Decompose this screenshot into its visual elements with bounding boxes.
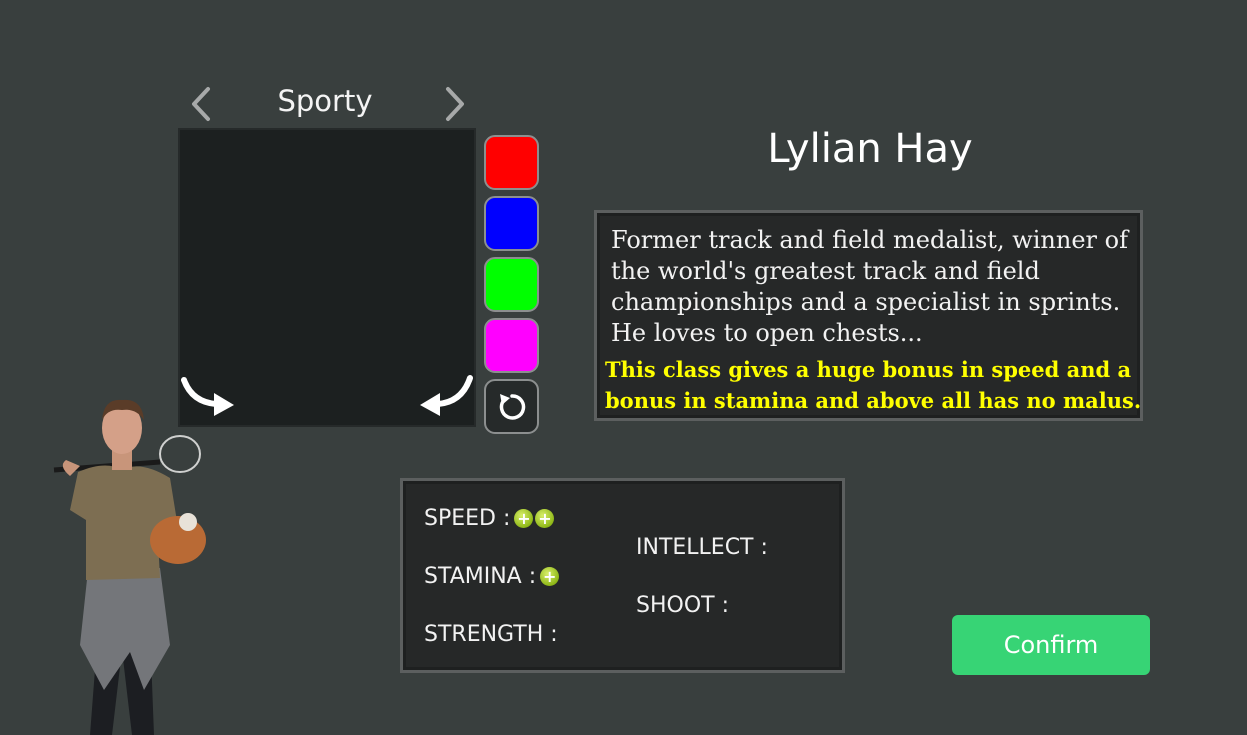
class-name: Sporty [277, 84, 373, 118]
stat-strength: STRENGTH : [424, 622, 560, 647]
chevron-left-icon [192, 87, 210, 121]
color-swatch-red[interactable] [484, 135, 539, 190]
stat-shoot: SHOOT : [636, 593, 731, 618]
rotate-left-button[interactable] [418, 374, 474, 418]
prev-class-button[interactable] [188, 86, 214, 122]
racket-head [159, 435, 201, 473]
stats-panel: SPEED : + + INTELLECT : STAMINA : + SHOOT… [400, 478, 845, 673]
character-name: Lylian Hay [767, 126, 973, 172]
plus-icon: + [514, 509, 534, 528]
stat-shoot-label: SHOOT : [636, 593, 729, 618]
plus-icon: + [535, 509, 555, 528]
stat-stamina: STAMINA : + [424, 564, 560, 589]
character-arm [62, 460, 80, 476]
chevron-right-icon [446, 87, 464, 121]
color-swatch-blue[interactable] [484, 196, 539, 251]
confirm-button[interactable]: Confirm [952, 615, 1150, 675]
next-class-button[interactable] [442, 86, 468, 122]
stat-strength-label: STRENGTH : [424, 622, 558, 647]
reset-color-button[interactable] [484, 379, 539, 434]
plus-icon: + [540, 567, 560, 586]
class-bonus-text: This class gives a huge bonus in speed a… [605, 357, 1142, 413]
character-portrait [53, 399, 206, 735]
character-select-screen: Sporty Lylian Hay Former track and field… [0, 0, 1247, 735]
stat-stamina-label: STAMINA : [424, 564, 537, 589]
stat-speed-label: SPEED : [424, 506, 511, 531]
curved-arrow-left-icon [420, 375, 473, 416]
stat-speed: SPEED : + + [424, 506, 555, 531]
description-panel: Former track and field medalist, winner … [594, 210, 1143, 421]
stat-intellect: INTELLECT : [636, 535, 770, 560]
character-description: Former track and field medalist, winner … [611, 226, 1128, 347]
stat-intellect-label: INTELLECT : [636, 535, 768, 560]
color-swatch-green[interactable] [484, 257, 539, 312]
baseball-glove [150, 516, 206, 564]
reset-icon [499, 393, 525, 420]
color-swatch-magenta[interactable] [484, 318, 539, 373]
stat-speed-bonus: + + [512, 509, 555, 528]
baseball [179, 513, 197, 531]
stat-stamina-bonus: + [538, 567, 560, 586]
